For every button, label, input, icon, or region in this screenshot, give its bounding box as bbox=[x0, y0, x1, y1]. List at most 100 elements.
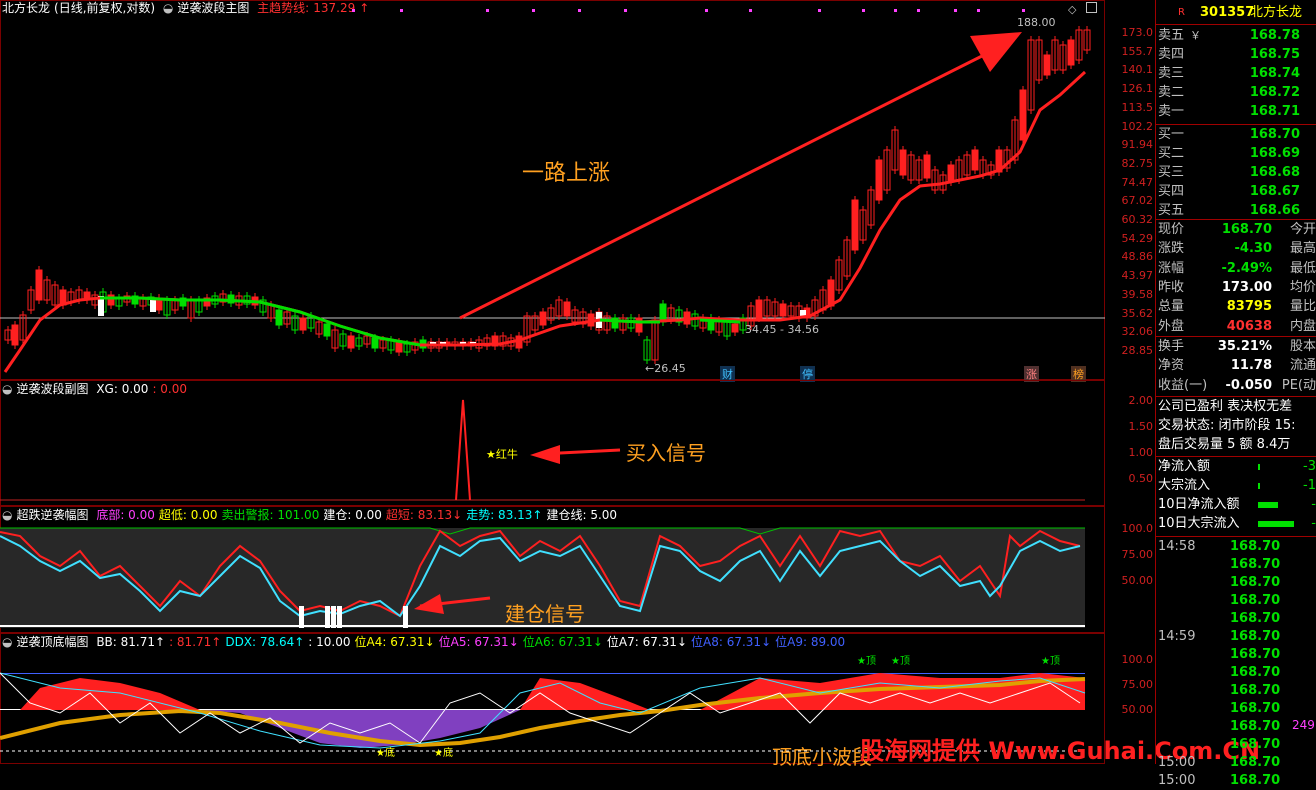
r-mark: R bbox=[1178, 7, 1185, 18]
axis-tick: 28.85 bbox=[1121, 344, 1154, 357]
sell-level: 卖三 168.74 bbox=[1158, 66, 1300, 81]
panel2-axis: 2.00 1.50 1.00 0.50 bbox=[1105, 380, 1154, 506]
axis-tick: 102.2 bbox=[1121, 119, 1154, 133]
buy-annotation: 买入信号 bbox=[626, 441, 706, 465]
axis-tick: 54.29 bbox=[1121, 231, 1154, 245]
ding-marker-1: ★顶 bbox=[857, 656, 876, 667]
candle bbox=[851, 199, 859, 251]
candle bbox=[371, 337, 379, 349]
info-line-2: 交易状态: 闭市阶段 15: bbox=[1158, 418, 1296, 433]
tick-row: 15:00 168.70 bbox=[1158, 773, 1281, 788]
tick-row: 168.70 bbox=[1230, 575, 1281, 590]
axis-tick: 173.0 bbox=[1121, 26, 1154, 39]
sell-level: 卖五 168.78 ￥ bbox=[1158, 28, 1300, 43]
buy-level: 买二 168.69 bbox=[1158, 146, 1300, 161]
sell-level: 卖二 168.72 bbox=[1158, 85, 1300, 100]
stat-row: 收益(一) -0.050 PE(动 bbox=[1158, 377, 1316, 393]
candle bbox=[875, 159, 883, 201]
axis-tick: 113.5 bbox=[1121, 100, 1154, 114]
candle bbox=[347, 335, 355, 349]
candle bbox=[275, 309, 283, 326]
tick-row: 168.70 bbox=[1230, 701, 1281, 716]
flow-row: 大宗流入 -1 bbox=[1158, 478, 1316, 493]
buy-level: 买四 168.67 bbox=[1158, 184, 1300, 199]
axis-tick: 2.00 bbox=[1128, 394, 1154, 407]
buy-level: 买三 168.68 bbox=[1158, 165, 1300, 180]
candle-group bbox=[4, 26, 1091, 364]
flow-row: 10日大宗流入 - bbox=[1158, 516, 1316, 531]
candle bbox=[563, 301, 571, 317]
stat-row: 净资 11.78 流通 bbox=[1158, 358, 1316, 374]
stock-name: 北方长龙 bbox=[1250, 5, 1303, 20]
tick-row: 168.70 bbox=[1230, 737, 1281, 752]
candle bbox=[947, 164, 955, 183]
axis-tick: 75.00 bbox=[1121, 678, 1154, 691]
range-label: 34.45 - 34.56 bbox=[745, 323, 819, 336]
stat-row: 涨幅 -2.49% 最低 bbox=[1158, 260, 1316, 276]
flow-row: 10日净流入额 - bbox=[1158, 497, 1316, 512]
axis-tick: 100.0 bbox=[1121, 653, 1154, 666]
axis-tick: 1.00 bbox=[1128, 446, 1154, 459]
axis-tick: 1.50 bbox=[1128, 420, 1154, 433]
high-label: 188.00 bbox=[1017, 16, 1056, 29]
hongniu-label: ★红牛 bbox=[486, 448, 518, 461]
tick-row: 168.70 bbox=[1230, 557, 1281, 572]
tick-row: 168.70 bbox=[1230, 593, 1281, 608]
axis-tick: 35.62 bbox=[1121, 306, 1154, 320]
stat-row: 总量 83795 量比 bbox=[1158, 299, 1316, 315]
tick-row: 168.70 bbox=[1230, 611, 1281, 626]
axis-tick: 155.7 bbox=[1121, 44, 1154, 58]
axis-tick: 140.1 bbox=[1121, 63, 1154, 77]
main-price-axis: 173.0 155.7 140.1 126.1 113.5 102.2 91.94 82.75… bbox=[1105, 0, 1154, 380]
candle bbox=[731, 323, 739, 333]
flow-row: 净流入额 -3 bbox=[1158, 459, 1316, 474]
axis-tick: 39.58 bbox=[1121, 287, 1154, 301]
stat-row: 昨收 173.00 均价 bbox=[1158, 279, 1316, 295]
candle bbox=[755, 299, 763, 319]
axis-tick: 60.32 bbox=[1121, 213, 1154, 227]
axis-tick: 0.50 bbox=[1128, 472, 1154, 485]
buy-level: 买五 168.66 bbox=[1158, 203, 1300, 218]
stat-row: 外盘 40638 内盘 bbox=[1158, 318, 1316, 334]
axis-tick: 100.0 bbox=[1121, 522, 1154, 535]
panel3-axis: 100.0 75.00 50.00 bbox=[1105, 506, 1154, 633]
candle bbox=[323, 323, 331, 337]
sell-level: 卖四 168.75 bbox=[1158, 47, 1300, 62]
candle bbox=[539, 311, 547, 326]
rise-annotation: 一路上涨 bbox=[522, 161, 611, 186]
tick-row: 168.70 bbox=[1230, 647, 1281, 662]
trend-line-green-3 bbox=[699, 318, 741, 324]
axis-tick: 82.75 bbox=[1121, 156, 1154, 170]
low-label: ←26.45 bbox=[645, 362, 686, 375]
axis-tick: 43.97 bbox=[1121, 269, 1154, 283]
candle bbox=[899, 149, 907, 176]
sell-level: 卖一 168.71 bbox=[1158, 104, 1300, 119]
info-line-1: 公司已盈利 表决权无差 bbox=[1158, 399, 1293, 414]
axis-tick: 74.47 bbox=[1121, 175, 1154, 189]
di-marker-2: ★底 bbox=[434, 748, 453, 759]
top-marker-dots bbox=[352, 9, 1025, 12]
stat-row: 涨跌 -4.30 最高 bbox=[1158, 241, 1316, 257]
main-candlestick-chart[interactable] bbox=[0, 0, 1105, 380]
trend-line-red bbox=[3, 70, 1087, 373]
stock-code: 301357 bbox=[1200, 5, 1255, 20]
candle bbox=[11, 324, 19, 346]
tick-row: 14:59 168.70 bbox=[1158, 629, 1281, 644]
di-marker-1: ★底 bbox=[376, 748, 395, 759]
rise-arrow-head bbox=[970, 32, 1022, 72]
axis-tick: 50.00 bbox=[1121, 703, 1154, 716]
candle bbox=[971, 149, 979, 171]
candle bbox=[299, 317, 307, 331]
tick-row: 168.70 bbox=[1230, 665, 1281, 680]
candle bbox=[779, 303, 787, 317]
axis-tick: 32.06 bbox=[1121, 325, 1154, 339]
candle bbox=[635, 317, 643, 333]
axis-tick: 126.1 bbox=[1121, 82, 1154, 96]
candle bbox=[923, 154, 931, 179]
stock-code-row: R 301357 北方长龙 bbox=[1158, 4, 1316, 22]
info-line-3: 盘后交易量 5 额 8.4万 bbox=[1158, 437, 1291, 452]
axis-tick: 67.02 bbox=[1121, 194, 1154, 208]
bottom-annotation: 顶底小波段 bbox=[772, 745, 872, 769]
tick-row: 15:00 168.70 bbox=[1158, 755, 1281, 770]
candle bbox=[1067, 39, 1075, 66]
